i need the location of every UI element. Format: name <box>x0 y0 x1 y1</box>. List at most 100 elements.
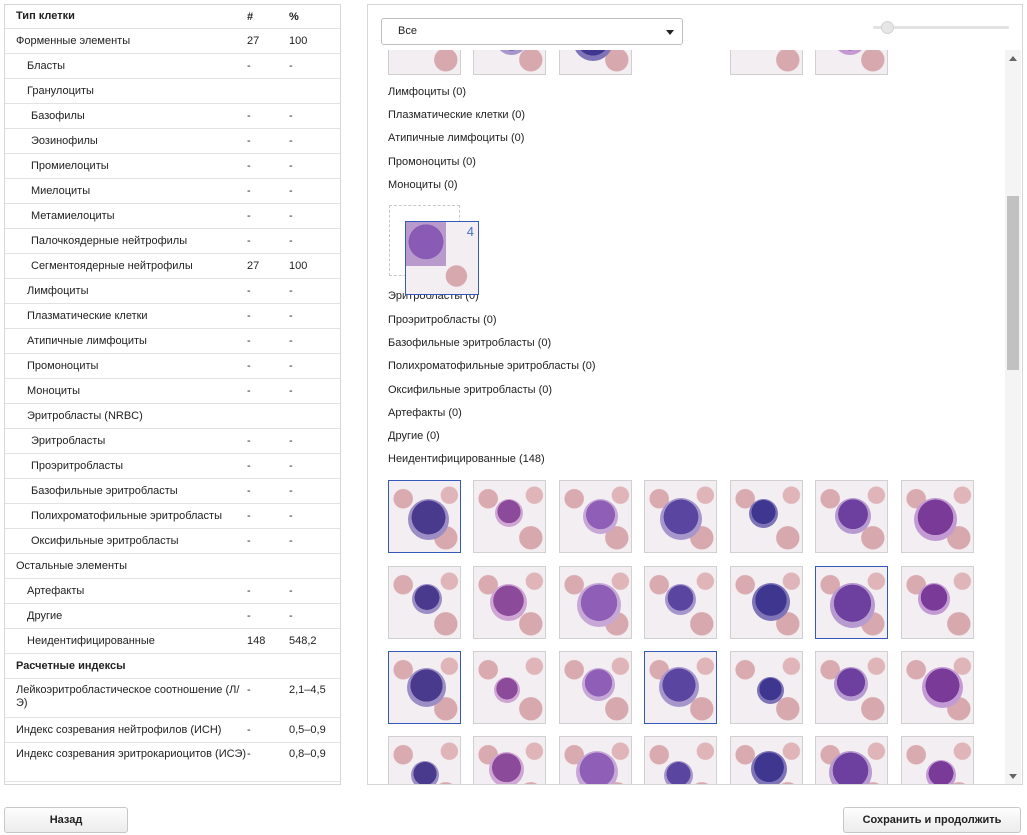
category-heading: Лимфоциты (0) <box>388 86 466 98</box>
row-count: - <box>247 610 251 622</box>
cell-thumbnail[interactable] <box>473 736 546 784</box>
table-row: Бласты - - <box>5 54 340 79</box>
cell-thumbnail[interactable] <box>559 736 632 784</box>
cell-thumbnail[interactable] <box>730 50 803 75</box>
cell-thumbnail[interactable] <box>559 50 632 75</box>
row-percent: - <box>289 235 293 247</box>
row-name: Остальные элементы <box>16 559 127 572</box>
cell-thumbnail[interactable] <box>901 480 974 553</box>
dragged-cell-stack[interactable]: 4 <box>405 221 479 295</box>
table-row: Промоноциты - - <box>5 354 340 379</box>
row-count: - <box>247 60 251 72</box>
row-name: Артефакты <box>27 584 85 597</box>
table-row: Метамиелоциты - - <box>5 204 340 229</box>
cell-thumbnail[interactable] <box>559 566 632 639</box>
save-continue-button[interactable]: Сохранить и продолжить <box>843 807 1021 833</box>
cell-image <box>752 583 790 621</box>
gallery-scroll-area[interactable]: Лимфоциты (0) Плазматические клетки (0) Ат… <box>368 50 1005 784</box>
category-heading: Моноциты (0) <box>388 179 458 191</box>
row-name: Гранулоциты <box>27 84 94 97</box>
cell-image <box>659 667 699 707</box>
table-row: Индекс созревания нейтрофилов (ИСН) - 0,5–… <box>5 718 340 743</box>
cell-thumbnail[interactable] <box>644 566 717 639</box>
cell-thumbnail[interactable] <box>815 566 888 639</box>
category-heading: Атипичные лимфоциты (0) <box>388 132 525 144</box>
cell-thumbnail[interactable] <box>559 651 632 724</box>
cell-image <box>663 760 693 784</box>
cell-thumbnail[interactable] <box>901 651 974 724</box>
row-percent: - <box>289 285 293 297</box>
row-count: - <box>247 724 251 736</box>
table-row: Базофилы - - <box>5 104 340 129</box>
cell-image <box>576 751 618 784</box>
scroll-up-arrow-icon[interactable] <box>1009 56 1017 61</box>
scrollbar-thumb[interactable] <box>1007 196 1019 370</box>
cell-image <box>412 584 442 614</box>
row-count: 27 <box>247 35 260 47</box>
cell-thumbnail[interactable] <box>473 651 546 724</box>
cell-thumbnail[interactable] <box>644 480 717 553</box>
row-count: - <box>247 160 251 172</box>
row-percent: 100 <box>289 35 308 47</box>
cell-image <box>835 498 871 534</box>
cell-thumbnail[interactable] <box>730 736 803 784</box>
chevron-down-icon <box>666 30 674 35</box>
cell-gallery-panel: Все Лимфоциты (0) Плазматические клетки (… <box>367 4 1023 785</box>
row-percent: - <box>289 210 293 222</box>
cell-thumbnail[interactable] <box>388 736 461 784</box>
cell-thumbnail[interactable] <box>388 50 461 75</box>
cell-thumbnail[interactable] <box>644 736 717 784</box>
cell-thumbnail[interactable] <box>815 651 888 724</box>
cell-thumbnail[interactable] <box>815 50 888 75</box>
cell-image <box>833 50 867 55</box>
row-count: 148 <box>247 635 266 647</box>
cell-thumbnail[interactable] <box>388 651 461 724</box>
cell-thumbnail[interactable] <box>901 736 974 784</box>
row-percent: 100 <box>289 260 308 272</box>
cell-image <box>494 677 520 703</box>
row-name: Базофилы <box>31 109 85 122</box>
category-heading: Промоноциты (0) <box>388 156 476 168</box>
cell-image <box>406 222 446 266</box>
cell-thumbnail[interactable] <box>815 736 888 784</box>
cell-thumbnail[interactable] <box>559 480 632 553</box>
cell-thumbnail[interactable] <box>644 651 717 724</box>
cell-thumbnail[interactable] <box>473 480 546 553</box>
row-count: - <box>247 185 251 197</box>
cell-thumbnail[interactable] <box>730 651 803 724</box>
table-row: Гранулоциты <box>5 79 340 104</box>
table-row: Моноциты - - <box>5 379 340 404</box>
cell-thumbnail[interactable] <box>730 566 803 639</box>
cell-thumbnail[interactable] <box>901 566 974 639</box>
row-name: Плазматические клетки <box>27 309 148 322</box>
table-row: Проэритробласты - - <box>5 454 340 479</box>
cell-image <box>918 583 950 615</box>
row-percent: - <box>289 510 293 522</box>
cell-thumbnail[interactable] <box>815 480 888 553</box>
cell-thumbnail[interactable] <box>388 566 461 639</box>
cell-image <box>411 761 439 784</box>
row-percent: - <box>289 110 293 122</box>
header-count: # <box>247 10 254 23</box>
row-percent: - <box>289 160 293 172</box>
row-count: - <box>247 310 251 322</box>
row-name: Неидентифицированные <box>27 634 155 647</box>
row-percent: - <box>289 535 293 547</box>
category-heading: Плазматические клетки (0) <box>388 109 526 121</box>
scroll-down-arrow-icon[interactable] <box>1009 774 1017 779</box>
cell-thumbnail[interactable] <box>473 566 546 639</box>
gallery-scrollbar[interactable] <box>1005 50 1021 784</box>
cell-thumbnail[interactable] <box>388 480 461 553</box>
category-filter-select[interactable]: Все <box>381 18 683 45</box>
cell-image <box>581 667 615 701</box>
row-name: Базофильные эритробласты <box>31 484 178 497</box>
back-button[interactable]: Назад <box>4 807 128 833</box>
cell-image <box>577 583 621 627</box>
cell-thumbnail[interactable] <box>473 50 546 75</box>
zoom-slider-handle[interactable] <box>881 21 894 34</box>
cell-image <box>751 751 787 784</box>
cell-thumbnail[interactable] <box>730 480 803 553</box>
table-row: Сегментоядерные нейтрофилы 27 100 <box>5 254 340 279</box>
cell-image <box>828 750 872 784</box>
table-row: Эритробласты - - <box>5 429 340 454</box>
